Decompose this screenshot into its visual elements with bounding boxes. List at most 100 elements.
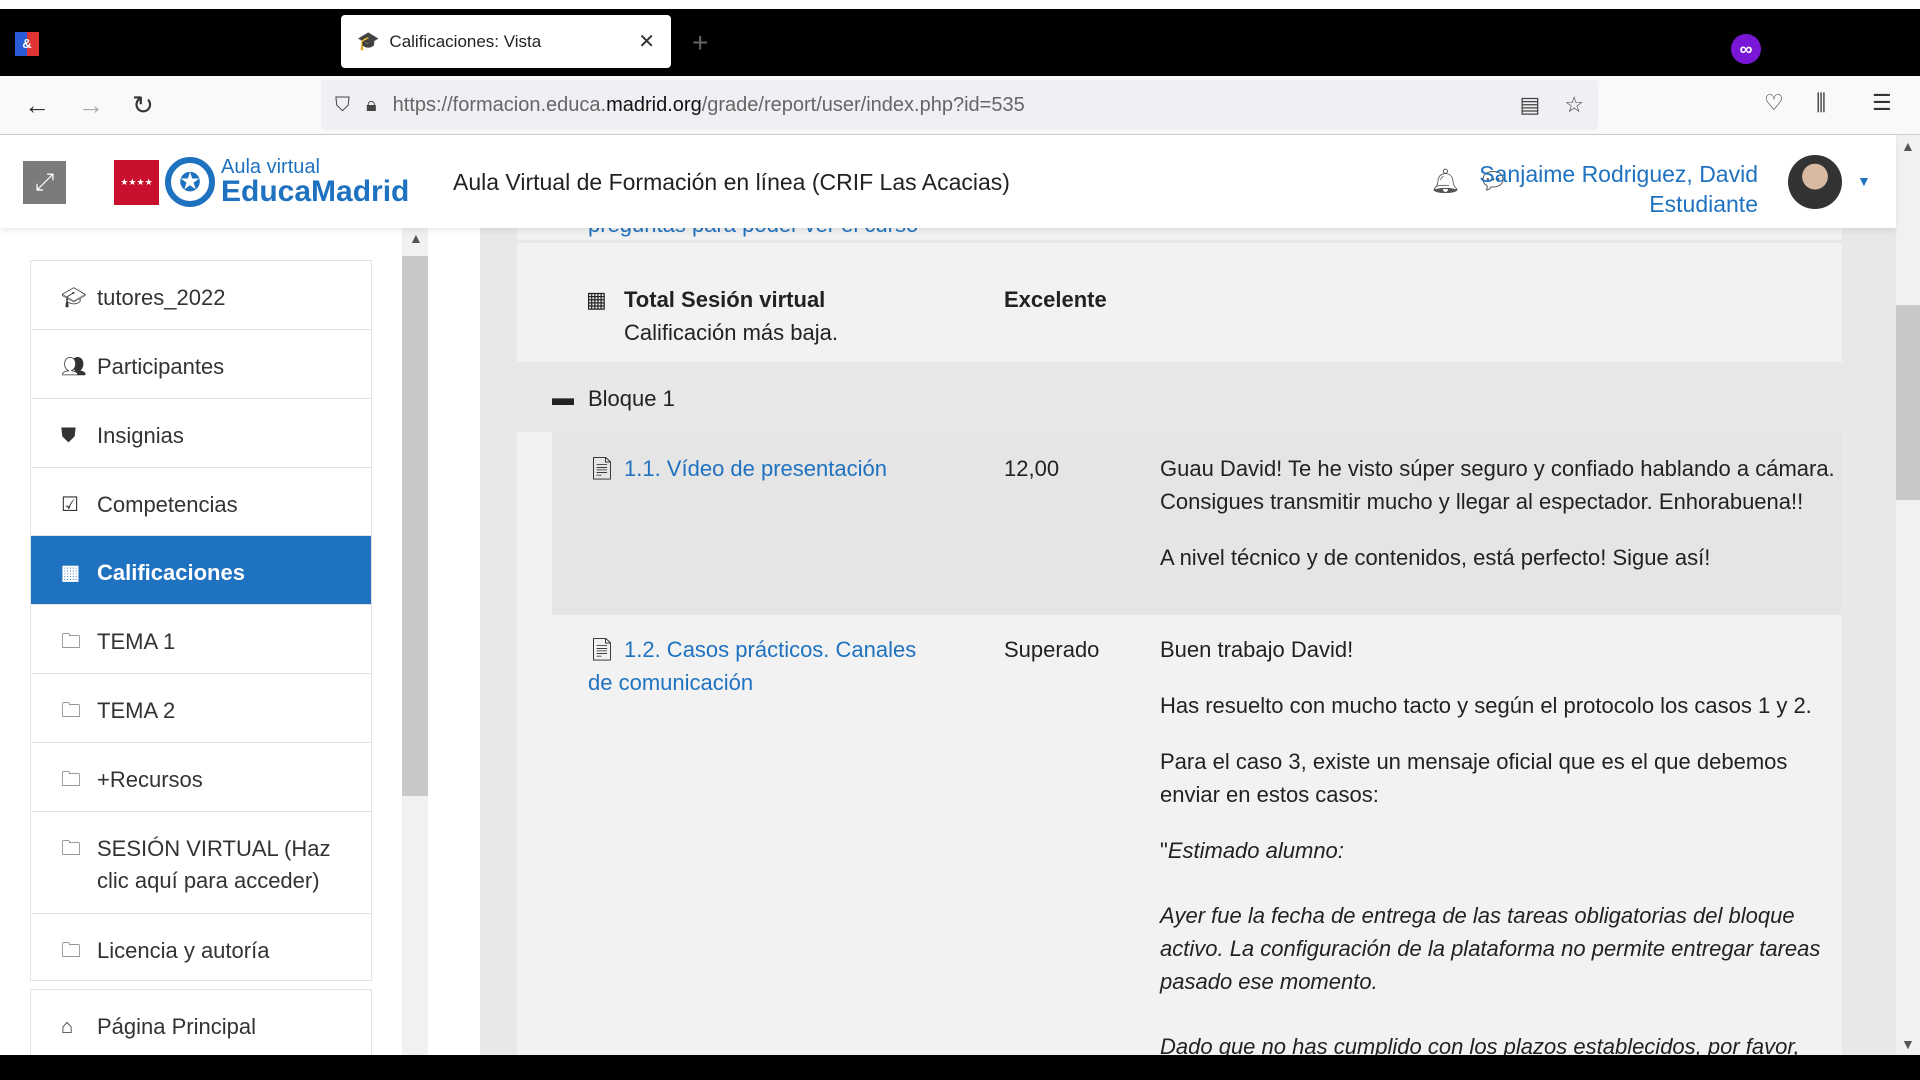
sidebar-item-label: TEMA 2 (97, 698, 176, 723)
folder-icon: 🗀 (61, 838, 81, 860)
sidebar-item-insignias[interactable]: ⛊ Insignias (30, 398, 372, 467)
sidebar-item-sesion-virtual[interactable]: 🗀 SESIÓN VIRTUAL (Haz clic aquí para acce… (30, 811, 372, 913)
close-tab-icon[interactable]: ✕ (638, 29, 655, 54)
sidebar-item-tutores[interactable]: 🎓︎ tutores_2022 (30, 260, 372, 329)
graduation-cap-icon: 🎓 (357, 31, 380, 51)
graduation-cap-icon: 🎓︎ (61, 287, 87, 309)
madrid-flag-icon: ★★★★ (114, 159, 159, 205)
sidebar-item-label: TEMA 1 (97, 629, 176, 654)
sidebar-item-recursos[interactable]: 🗀 +Recursos (30, 742, 372, 811)
tab-title: Calificaciones: Vista (389, 31, 542, 51)
page-scrollbar[interactable]: ▲ ▼ (1896, 135, 1920, 1055)
feedback-paragraph: Para el caso 3, existe un mensaje oficia… (1160, 749, 1788, 807)
url-bar[interactable]: ⛉ 🔒︎ https://formacion.educa. madrid.org /… (321, 80, 1598, 130)
logo-small-text: Aula virtual (221, 156, 320, 178)
sidebar-scrollbar-thumb[interactable] (402, 256, 428, 796)
user-role: Estudiante (1649, 191, 1758, 217)
sidebar-item-label: Licencia y autoría (97, 938, 270, 963)
logo-big-text: EducaMadrid (221, 175, 410, 208)
shield-icon: ⛊ (61, 425, 76, 447)
checkbox-icon: ☑ (61, 494, 79, 516)
browser-tab[interactable]: 🎓 Calificaciones: Vista ✕ (341, 15, 671, 68)
feedback-paragraph: Buen trabajo David! (1160, 637, 1354, 662)
sidebar-item-label: Participantes (97, 354, 225, 379)
menu-icon[interactable]: ☰ (1872, 90, 1892, 116)
back-icon[interactable]: ← (24, 90, 50, 121)
sidebar-item-label: Competencias (97, 492, 238, 517)
folder-icon: 🗀 (61, 631, 81, 653)
scroll-down-icon[interactable]: ▼ (1901, 1036, 1915, 1052)
sidebar-item-competencias[interactable]: ☑ Competencias (30, 467, 372, 536)
total-subtitle: Calificación más baja. (624, 320, 838, 345)
user-menu[interactable]: Sanjaime Rodriguez, David Estudiante (1479, 159, 1758, 219)
folder-icon: 🗀 (61, 940, 81, 962)
total-grade: Excelente (1004, 287, 1107, 312)
sidebar-item-tema-1[interactable]: 🗀 TEMA 1 (30, 604, 372, 673)
sidebar-item-licencia[interactable]: 🗀 Licencia y autoría (30, 913, 372, 981)
users-icon: 👥︎ (61, 356, 87, 378)
url-path: /grade/report/user/index.php?id=535 (701, 93, 1025, 116)
sidebar-item-label: Insignias (97, 423, 184, 448)
item-link[interactable]: 1.1. Vídeo de presentación (624, 452, 887, 485)
bottom-bar (0, 1055, 1920, 1080)
bell-icon[interactable]: 🔔︎ (1430, 167, 1460, 196)
shield-icon[interactable]: ⛉ (335, 94, 350, 117)
forward-icon[interactable]: → (78, 90, 104, 121)
feedback-paragraph: Guau David! Te he visto súper seguro y c… (1160, 456, 1835, 514)
feedback-paragraph: Has resuelto con mucho tacto y según el … (1160, 693, 1812, 718)
folder-icon: 🗀 (61, 769, 81, 791)
category-name: Bloque 1 (588, 386, 675, 411)
item-feedback: Buen trabajo David! Has resuelto con muc… (1160, 633, 1850, 1055)
sidebar-scrollbar[interactable]: ▲ (402, 228, 428, 1055)
item-feedback: Guau David! Te he visto súper seguro y c… (1160, 452, 1850, 597)
chevron-down-icon[interactable]: ▼ (1857, 173, 1871, 189)
feedback-paragraph: A nivel técnico y de contenidos, está pe… (1160, 545, 1711, 570)
url-prefix: https://formacion.educa. (392, 93, 607, 116)
page-header: ⤢ ★★★★ ✪ Aula virtual EducaMadrid Aula Vi… (0, 135, 1896, 228)
user-name[interactable]: Sanjaime Rodriguez, David (1479, 159, 1758, 189)
sidebar-item-participantes[interactable]: 👥︎ Participantes (30, 329, 372, 398)
sidebar-item-label: +Recursos (97, 767, 203, 792)
scroll-up-icon[interactable]: ▲ (1901, 138, 1915, 154)
feedback-paragraph: Ayer fue la fecha de entrega de las tare… (1160, 903, 1821, 994)
lock-icon[interactable]: 🔒︎ (366, 94, 377, 117)
category-row (517, 362, 1842, 432)
sidebar-item-pagina-principal[interactable]: ⌂ Página Principal (30, 989, 372, 1059)
url-domain: madrid.org (606, 93, 702, 116)
sidebar-item-calificaciones[interactable]: ▦ Calificaciones (30, 535, 372, 604)
expand-icon[interactable]: ⤢ (23, 161, 66, 204)
feedback-paragraph: Dado que no has cumplido con los plazos … (1160, 1034, 1800, 1055)
total-name: Total Sesión virtual (624, 287, 826, 312)
reload-icon[interactable]: ↻ (132, 90, 154, 121)
bookmark-star-icon[interactable]: ☆ (1564, 92, 1584, 118)
navigation-bar: ← → ↻ ⛉ 🔒︎ https://formacion.educa. madri… (0, 76, 1920, 135)
star-logo-icon: ✪ (165, 157, 215, 207)
folder-icon: ▬ (552, 385, 574, 410)
pocket-icon[interactable]: ♡ (1764, 90, 1784, 116)
avatar[interactable] (1788, 155, 1842, 209)
library-icon[interactable]: ⫼ (1816, 90, 1826, 116)
folder-icon: 🗀 (61, 700, 81, 722)
site-title[interactable]: Aula Virtual de Formación en línea (CRIF… (453, 169, 1010, 196)
sidebar-item-label: Página Principal (97, 1014, 256, 1039)
educamadrid-logo[interactable]: ★★★★ ✪ Aula virtual EducaMadrid (114, 157, 409, 207)
table-icon: ▦ (61, 562, 80, 584)
browser-tab-bar: & 🎓 Calificaciones: Vista ✕ + ∞ (0, 9, 1920, 76)
item-grade: Superado (1004, 637, 1100, 662)
sidebar-item-label: SESIÓN VIRTUAL (Haz clic aquí para acced… (97, 836, 331, 893)
item-grade: 12,00 (1004, 456, 1060, 481)
assignment-icon: 📄︎ (588, 456, 616, 481)
home-icon: ⌂ (61, 1016, 74, 1038)
page-scrollbar-thumb[interactable] (1896, 305, 1920, 500)
new-tab-button[interactable]: + (692, 27, 708, 59)
grades-table: preguntas para poder ver el curso ▦ Tota… (517, 228, 1842, 1055)
scroll-up-icon[interactable]: ▲ (409, 230, 423, 246)
sidebar-item-tema-2[interactable]: 🗀 TEMA 2 (30, 673, 372, 742)
feedback-paragraph: Estimado alumno: (1167, 838, 1344, 863)
grades-report: preguntas para poder ver el curso ▦ Tota… (480, 228, 1896, 1055)
item-link[interactable]: 1.2. Casos prácticos. Canales de comunic… (588, 633, 918, 699)
private-browsing-icon[interactable]: ∞ (1731, 34, 1761, 64)
sidebar-item-label: tutores_2022 (97, 285, 226, 310)
reader-view-icon[interactable]: ▤ (1519, 92, 1540, 118)
app-icon: & (15, 32, 39, 56)
